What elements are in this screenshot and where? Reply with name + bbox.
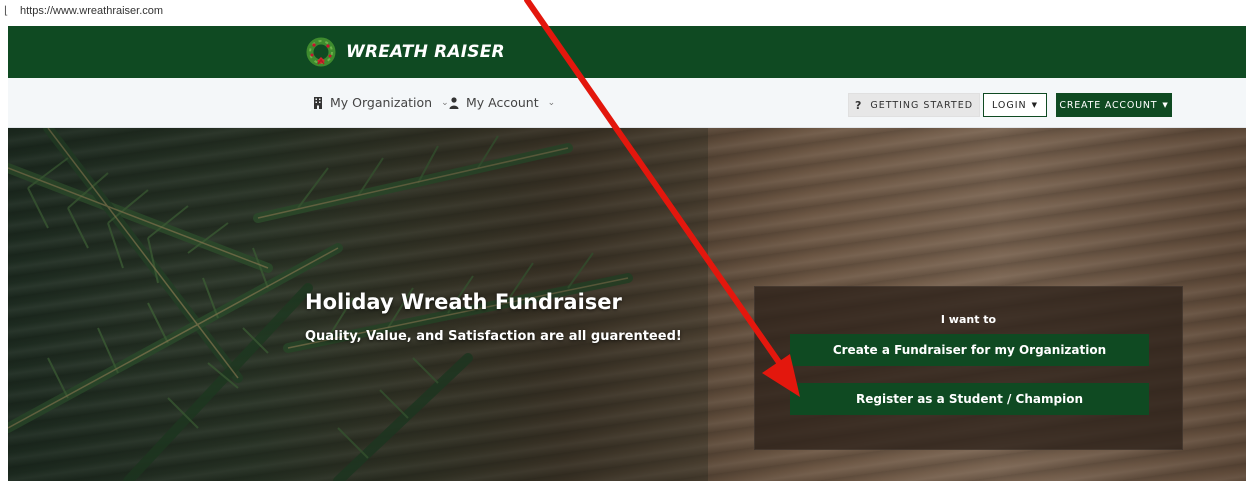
cta-panel: I want to Create a Fundraiser for my Org… [754,286,1183,450]
create-fundraiser-button[interactable]: Create a Fundraiser for my Organization [790,334,1149,366]
login-label: LOGIN [991,99,1027,111]
brand-name: WREATH RAISER [346,42,505,62]
page-root: ⌊ https://www.wreathraiser.com WREATH RA… [0,0,1246,481]
getting-started-label: GETTING STARTED [870,99,974,111]
main-navbar: My Organization ⌄ My Account ⌄ ? GETTING… [8,78,1246,128]
browser-address-bar[interactable]: ⌊ https://www.wreathraiser.com [0,0,1246,26]
getting-started-button[interactable]: ? GETTING STARTED [848,93,980,117]
nav-my-account-label: My Account [466,95,539,110]
hero-banner: Holiday Wreath Fundraiser Quality, Value… [8,128,1246,481]
chevron-down-icon: ⌄ [441,97,449,108]
chevron-down-icon: ⌄ [547,97,556,108]
login-button[interactable]: LOGIN ▼ [983,93,1047,117]
nav-my-account[interactable]: My Account ⌄ [449,95,555,110]
caret-down-icon: ▼ [1031,101,1039,109]
hero-title: Holiday Wreath Fundraiser [305,290,622,314]
nav-my-organization[interactable]: My Organization ⌄ [313,95,449,110]
brand-header: WREATH RAISER [8,26,1246,78]
wreath-logo-icon [306,37,336,67]
building-icon [314,96,322,109]
brand-logo-link[interactable]: WREATH RAISER [305,36,505,68]
page-icon: ⌊ [4,4,9,17]
user-icon [449,96,459,109]
create-account-label: CREATE ACCOUNT [1059,99,1158,111]
caret-down-icon: ▼ [1162,101,1169,109]
hero-subtitle: Quality, Value, and Satisfaction are all… [305,329,682,344]
create-account-button[interactable]: CREATE ACCOUNT ▼ [1056,93,1172,117]
register-student-button[interactable]: Register as a Student / Champion [790,383,1149,415]
cta-label: I want to [940,313,997,326]
address-url[interactable]: https://www.wreathraiser.com [20,5,163,17]
nav-my-organization-label: My Organization [330,95,433,110]
question-icon: ? [854,98,863,112]
